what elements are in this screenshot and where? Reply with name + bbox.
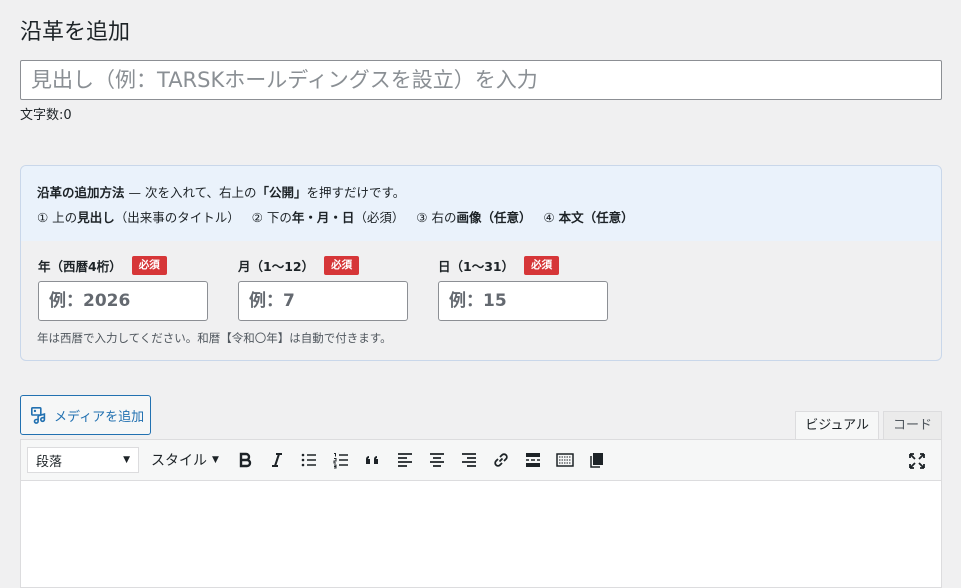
- align-right-icon[interactable]: [453, 445, 485, 475]
- editor-toolbar: 段落 ▼ スタイル ▼: [20, 439, 942, 481]
- month-input[interactable]: [238, 281, 408, 321]
- month-field: 月（1〜12） 必須: [238, 255, 408, 321]
- year-label: 年（西暦4桁）: [38, 258, 122, 274]
- year-input[interactable]: [38, 281, 208, 321]
- char-count-label: 文字数:: [20, 108, 64, 123]
- tab-visual[interactable]: ビジュアル: [795, 411, 879, 439]
- date-helper-text: 年は西暦で入力してください。和暦【令和〇年】は自動で付きます。: [37, 331, 392, 345]
- year-field: 年（西暦4桁） 必須: [38, 255, 208, 321]
- format-select-value: 段落: [36, 454, 63, 470]
- style-label: スタイル: [151, 453, 207, 469]
- step-2-rest: （必須）: [354, 210, 405, 225]
- year-label-row: 年（西暦4桁） 必須: [38, 255, 208, 275]
- instructions-line-1: 沿革の追加方法 — 次を入れて、右上の「公開」を押すだけです。: [37, 180, 925, 205]
- day-input[interactable]: [438, 281, 608, 321]
- step-4-prefix: ④: [543, 210, 559, 225]
- title-input[interactable]: [20, 60, 942, 100]
- date-fields: 年（西暦4桁） 必須 月（1〜12） 必須 日（1〜31） 必須 年は西暦で入力…: [21, 241, 941, 360]
- step-1-rest: （出来事のタイトル）: [114, 210, 240, 225]
- instructions-line-2: ① 上の見出し（出来事のタイトル） ② 下の年・月・日（必須） ③ 右の画像（任…: [37, 205, 925, 230]
- link-icon[interactable]: [485, 445, 517, 475]
- required-badge: 必須: [324, 255, 360, 275]
- instructions-heading: 沿革の追加方法: [37, 185, 125, 200]
- align-left-icon[interactable]: [389, 445, 421, 475]
- add-media-button[interactable]: メディアを追加: [20, 395, 151, 435]
- required-badge: 必須: [524, 255, 560, 275]
- bullet-list-icon[interactable]: [293, 445, 325, 475]
- step-1-prefix: ① 上の: [37, 210, 78, 225]
- instructions: 沿革の追加方法 — 次を入れて、右上の「公開」を押すだけです。 ① 上の見出し（…: [21, 166, 941, 241]
- fullscreen-icon[interactable]: [901, 446, 933, 476]
- italic-icon[interactable]: [261, 445, 293, 475]
- bold-icon[interactable]: [229, 445, 261, 475]
- step-2-prefix: ② 下の: [251, 210, 292, 225]
- char-count: 文字数:0: [20, 104, 72, 123]
- editor-tabs: ビジュアル コード: [795, 411, 942, 439]
- media-icon: [30, 406, 48, 424]
- month-label: 月（1〜12）: [238, 258, 315, 274]
- step-1-bold: 見出し: [77, 210, 115, 225]
- instructions-text: — 次を入れて、右上の: [124, 185, 257, 200]
- page-title: 沿革を追加: [20, 20, 131, 45]
- required-badge: 必須: [131, 255, 167, 275]
- numbered-list-icon[interactable]: [325, 445, 357, 475]
- toolbar-toggle-icon[interactable]: [549, 445, 581, 475]
- step-3-bold: 画像（任意）: [456, 210, 532, 225]
- read-more-icon[interactable]: [517, 445, 549, 475]
- day-label: 日（1〜31）: [438, 258, 515, 274]
- instructions-text-end: を押すだけです。: [306, 185, 406, 200]
- step-4-bold: 本文（任意）: [558, 210, 634, 225]
- style-dropdown[interactable]: スタイル ▼: [151, 450, 219, 470]
- day-field: 日（1〜31） 必須: [438, 255, 608, 321]
- char-count-value: 0: [63, 108, 72, 123]
- blockquote-icon[interactable]: [357, 445, 389, 475]
- copy-icon[interactable]: [581, 445, 613, 475]
- format-select[interactable]: 段落 ▼: [27, 447, 139, 473]
- content-editor[interactable]: [20, 481, 942, 588]
- month-label-row: 月（1〜12） 必須: [238, 255, 408, 275]
- tab-code[interactable]: コード: [882, 411, 942, 439]
- align-center-icon[interactable]: [421, 445, 453, 475]
- day-label-row: 日（1〜31） 必須: [438, 255, 608, 275]
- caret-down-icon: ▼: [123, 455, 130, 465]
- add-media-label: メディアを追加: [54, 409, 145, 425]
- step-3-prefix: ③ 右の: [416, 210, 457, 225]
- caret-down-icon: ▼: [212, 455, 219, 465]
- step-2-bold: 年・月・日: [291, 210, 355, 225]
- instructions-publish: 「公開」: [256, 185, 307, 200]
- history-meta-box: 沿革の追加方法 — 次を入れて、右上の「公開」を押すだけです。 ① 上の見出し（…: [20, 165, 942, 361]
